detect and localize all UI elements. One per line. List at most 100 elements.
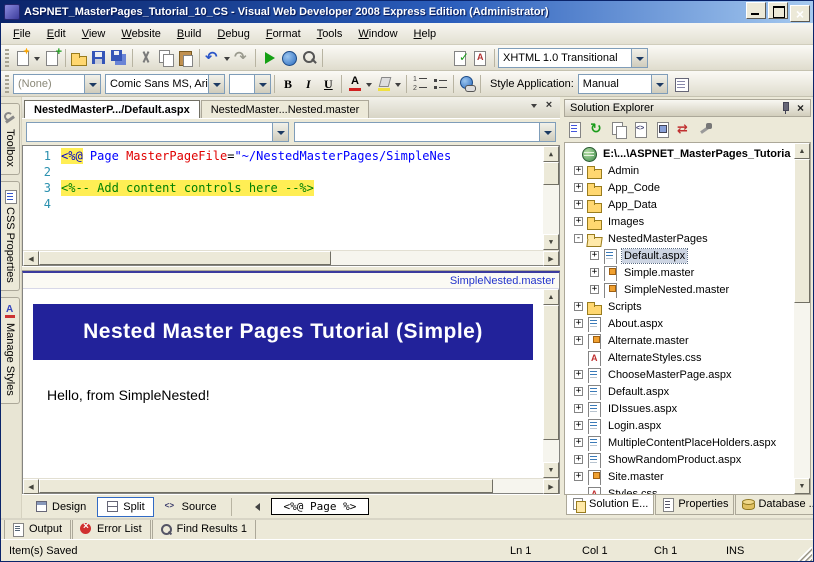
scroll-thumb[interactable] — [543, 305, 559, 440]
se-aspnet-config-icon[interactable] — [697, 120, 717, 140]
highlight-icon[interactable] — [374, 74, 394, 94]
cut-icon[interactable] — [136, 48, 156, 68]
hyperlink-icon[interactable] — [457, 74, 477, 94]
font-name-combo[interactable]: Comic Sans MS, Ari — [105, 74, 225, 94]
se-properties-icon[interactable] — [565, 120, 585, 140]
chevron-down-icon[interactable] — [84, 75, 100, 93]
menu-build[interactable]: Build — [169, 25, 209, 43]
scroll-thumb[interactable] — [794, 159, 810, 303]
chevron-down-icon[interactable] — [539, 123, 555, 141]
side-tab-css-properties[interactable]: CSS Properties — [1, 181, 20, 291]
expand-icon[interactable]: + — [574, 166, 583, 175]
save-icon[interactable] — [89, 48, 109, 68]
maximize-button[interactable] — [768, 2, 788, 19]
minimize-button[interactable] — [746, 2, 766, 19]
tree-item[interactable]: +IDIssues.aspx — [565, 400, 794, 417]
tree-vertical-scrollbar[interactable]: ▲ ▼ — [794, 143, 810, 494]
toolbar-grip[interactable] — [5, 75, 9, 93]
chevron-down-icon[interactable] — [394, 74, 403, 94]
tree-item[interactable]: +SimpleNested.master — [565, 281, 794, 298]
scroll-track[interactable] — [543, 162, 559, 234]
add-item-icon[interactable] — [42, 48, 62, 68]
scroll-left-icon[interactable]: ◀ — [23, 479, 39, 494]
expand-icon[interactable]: + — [574, 217, 583, 226]
expand-icon[interactable]: + — [574, 404, 583, 413]
expand-icon[interactable]: + — [574, 183, 583, 192]
active-files-dropdown-icon[interactable] — [530, 97, 539, 115]
design-vertical-scrollbar[interactable]: ▲ ▼ — [543, 289, 559, 478]
scroll-left-icon[interactable]: ◀ — [23, 251, 39, 266]
object-dropdown[interactable] — [26, 122, 289, 142]
close-button[interactable] — [790, 5, 810, 22]
scroll-right-icon[interactable]: ▶ — [543, 479, 559, 494]
menu-tools[interactable]: Tools — [309, 25, 351, 43]
se-nest-files-icon[interactable] — [609, 120, 629, 140]
chevron-down-icon[interactable] — [33, 48, 42, 68]
expand-icon[interactable]: + — [574, 319, 583, 328]
tree-item[interactable]: AlternateStyles.css — [565, 349, 794, 366]
open-file-icon[interactable] — [69, 48, 89, 68]
font-size-combo[interactable] — [229, 74, 271, 94]
chevron-down-icon[interactable] — [365, 74, 374, 94]
event-dropdown[interactable] — [294, 122, 557, 142]
chevron-down-icon[interactable] — [223, 48, 232, 68]
undo-icon[interactable] — [203, 48, 223, 68]
chevron-down-icon[interactable] — [651, 75, 667, 93]
se-refresh-icon[interactable] — [587, 120, 607, 140]
se-copy-website-icon[interactable] — [675, 120, 695, 140]
menu-website[interactable]: Website — [113, 25, 169, 43]
style-application-combo[interactable]: Manual — [578, 74, 668, 94]
tree-item[interactable]: +Simple.master — [565, 264, 794, 281]
tree-item[interactable]: +Alternate.master — [565, 332, 794, 349]
panel-tab-database[interactable]: Database ... — [735, 495, 813, 515]
tree-item[interactable]: +App_Data — [565, 196, 794, 213]
chevron-down-icon[interactable] — [254, 75, 270, 93]
scroll-up-icon[interactable]: ▲ — [543, 289, 559, 305]
italic-icon[interactable] — [298, 74, 318, 94]
scroll-track[interactable] — [794, 159, 810, 478]
scroll-up-icon[interactable]: ▲ — [794, 143, 810, 159]
document-tab[interactable]: NestedMaster...Nested.master — [201, 100, 370, 118]
design-view-button[interactable]: Design — [26, 497, 95, 517]
tag-navigator[interactable]: <%@ Page %> — [271, 498, 370, 515]
tree-item[interactable]: +Scripts — [565, 298, 794, 315]
menu-edit[interactable]: Edit — [39, 25, 74, 43]
tree-item[interactable]: +Admin — [565, 162, 794, 179]
bold-icon[interactable] — [278, 74, 298, 94]
menu-debug[interactable]: Debug — [209, 25, 257, 43]
menu-file[interactable]: File — [5, 25, 39, 43]
style-block-icon[interactable] — [471, 48, 491, 68]
scroll-thumb[interactable] — [39, 479, 493, 493]
scroll-down-icon[interactable]: ▼ — [543, 234, 559, 250]
expand-icon[interactable]: + — [574, 387, 583, 396]
scroll-down-icon[interactable]: ▼ — [543, 462, 559, 478]
tree-item[interactable]: +Images — [565, 213, 794, 230]
expand-icon[interactable]: + — [574, 455, 583, 464]
view-in-browser-icon[interactable] — [279, 48, 299, 68]
tree-item[interactable]: +About.aspx — [565, 315, 794, 332]
bottom-tab-find-results[interactable]: Find Results 1 — [152, 520, 256, 540]
scroll-track[interactable] — [39, 479, 543, 493]
tree-item[interactable]: Styles.css — [565, 485, 794, 494]
source-vertical-scrollbar[interactable]: ▲ ▼ — [543, 146, 559, 250]
find-in-files-icon[interactable] — [299, 48, 319, 68]
redo-icon[interactable] — [232, 48, 252, 68]
scroll-thumb[interactable] — [39, 251, 331, 265]
paste-icon[interactable] — [176, 48, 196, 68]
expand-icon[interactable]: + — [574, 302, 583, 311]
scroll-track[interactable] — [39, 251, 543, 265]
close-panel-icon[interactable] — [793, 101, 808, 115]
source-horizontal-scrollbar[interactable]: ◀ ▶ — [23, 250, 559, 265]
expand-icon[interactable]: + — [574, 370, 583, 379]
chevron-down-icon[interactable] — [272, 123, 288, 141]
expand-icon[interactable]: + — [590, 285, 599, 294]
panel-tab-properties[interactable]: Properties — [655, 495, 734, 515]
save-all-icon[interactable] — [109, 48, 129, 68]
tree-item[interactable]: +MultipleContentPlaceHolders.aspx — [565, 434, 794, 451]
font-color-icon[interactable] — [345, 74, 365, 94]
chevron-down-icon[interactable] — [631, 49, 647, 67]
check-page-icon[interactable] — [451, 48, 471, 68]
menu-window[interactable]: Window — [350, 25, 405, 43]
design-surface[interactable]: Nested Master Pages Tutorial (Simple) He… — [23, 289, 543, 478]
toolbar-grip[interactable] — [5, 49, 9, 67]
